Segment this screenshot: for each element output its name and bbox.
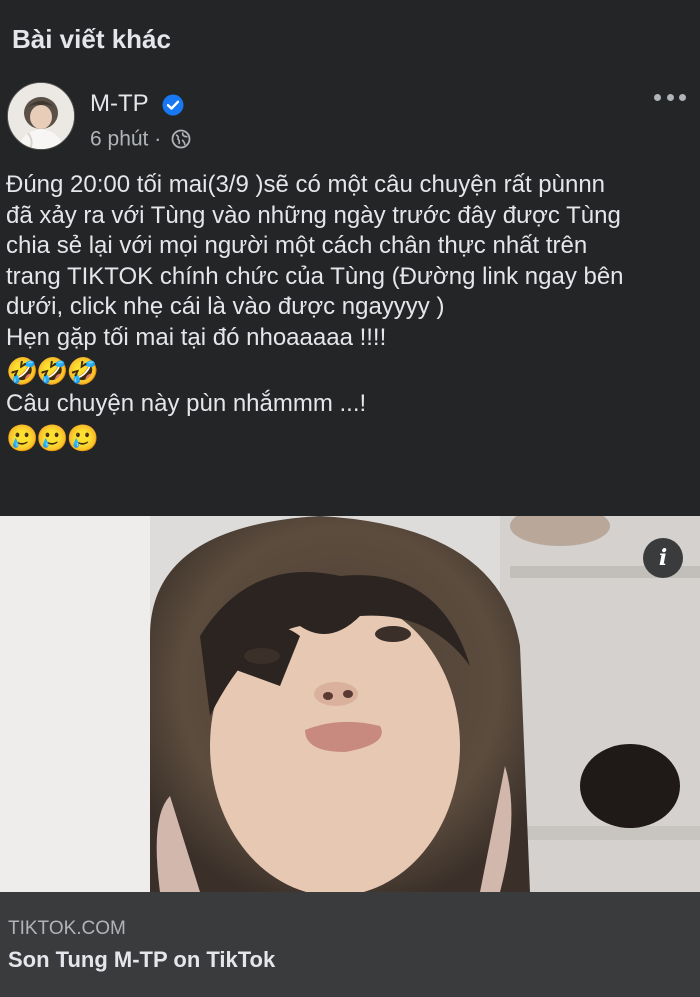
post-text: Đúng 20:00 tối mai(3/9 )sẽ có một câu ch… <box>6 170 696 456</box>
post-text-line: Hẹn gặp tối mai tại đó nhoaaaaa !!!! <box>6 323 387 351</box>
avatar-image <box>8 83 74 149</box>
link-preview[interactable]: TIKTOK.COM Son Tung M-TP on TikTok <box>0 892 700 997</box>
post-media-image[interactable]: i <box>0 516 700 892</box>
link-domain: TIKTOK.COM <box>8 918 126 939</box>
post-text-line: trang TIKTOK chính chức của Tùng (Đường … <box>6 262 624 290</box>
info-icon[interactable]: i <box>643 538 683 578</box>
post-text-line: dưới, click nhẹ cái là vào được ngayyyy … <box>6 293 445 320</box>
meta-separator: · <box>154 127 162 151</box>
post-text-line: Câu chuyện này pùn nhắmmm ...! <box>6 390 367 417</box>
post-time[interactable]: 6 phút <box>90 127 148 150</box>
selfie-photo <box>0 516 700 892</box>
tearful-emoji-row: 🥲🥲🥲 <box>6 422 99 453</box>
section-title: Bài viết khác <box>12 24 171 54</box>
avatar[interactable] <box>7 82 75 150</box>
post-text-line: đã xảy ra với Tùng vào những ngày trước … <box>6 201 621 229</box>
author-name[interactable]: M-TP <box>90 90 149 118</box>
globe-icon <box>171 130 191 149</box>
post-text-line: Đúng 20:00 tối mai(3/9 )sẽ có một câu ch… <box>6 171 606 198</box>
post-text-line: chia sẻ lại với mọi người một cách chân … <box>6 232 588 259</box>
laughing-emoji-row: 🤣🤣🤣 <box>6 356 99 386</box>
link-title[interactable]: Son Tung M-TP on TikTok <box>8 947 275 973</box>
post-header: M-TP 6 phút · <box>0 80 700 154</box>
verified-badge-icon <box>162 94 184 116</box>
more-horizontal-icon[interactable] <box>654 92 686 102</box>
post-meta: 6 phút · <box>90 127 191 151</box>
